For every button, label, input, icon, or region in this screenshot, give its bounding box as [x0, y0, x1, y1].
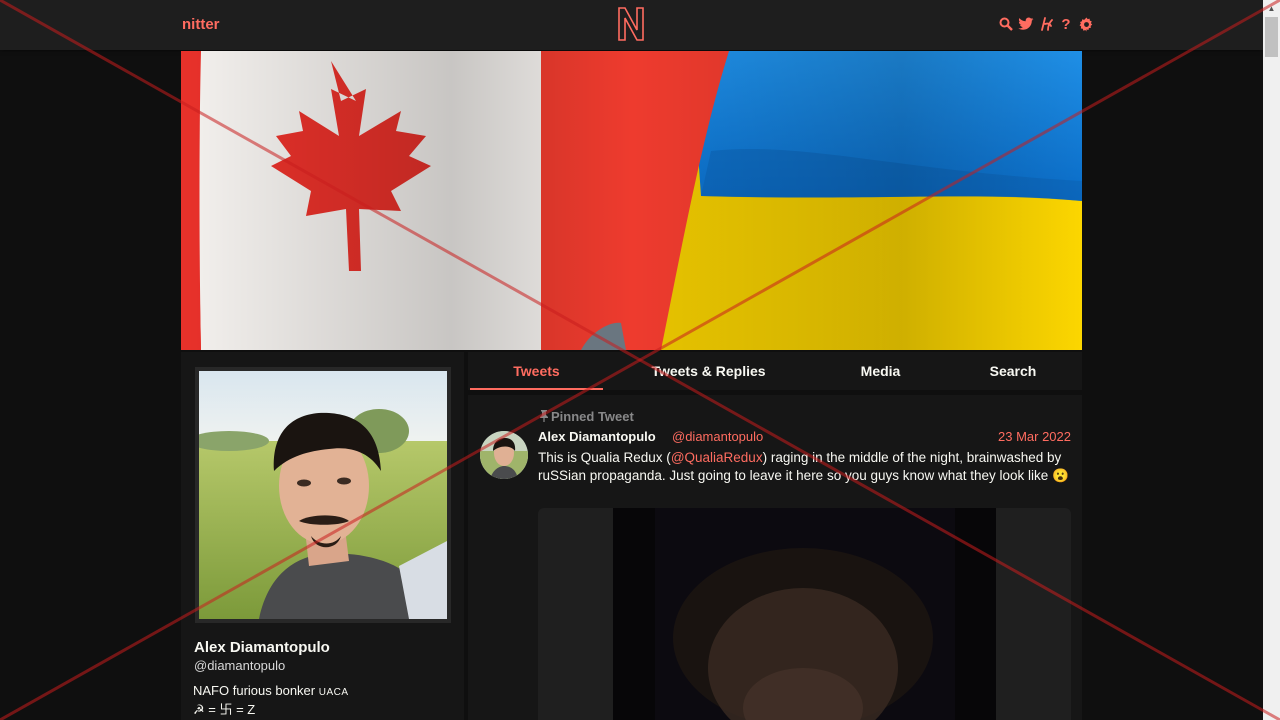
tweet-text: This is Qualia Redux (@QualiaRedux) ragi…	[538, 449, 1073, 485]
scroll-up-arrow-icon[interactable]: ▲	[1263, 0, 1280, 17]
pinned-tweet[interactable]: Pinned Tweet Alex Diamantopulo @diamanto…	[468, 395, 1082, 720]
gear-icon[interactable]	[1078, 15, 1094, 33]
tab-search[interactable]: Search	[973, 352, 1053, 388]
tweet-video-thumbnail[interactable]	[613, 508, 996, 720]
timeline-tabs: Tweets Tweets & Replies Media Search	[468, 352, 1082, 390]
tab-tweets[interactable]: Tweets	[470, 352, 603, 390]
scroll-thumb[interactable]	[1265, 17, 1278, 57]
profile-username[interactable]: @diamantopulo	[194, 658, 285, 673]
page-scrollbar[interactable]: ▲	[1263, 0, 1280, 720]
tab-tweets-replies[interactable]: Tweets & Replies	[636, 352, 781, 388]
pinned-label: Pinned Tweet	[539, 409, 634, 424]
top-navigation: nitter ?	[0, 0, 1263, 50]
profile-card: Alex Diamantopulo @diamantopulo NAFO fur…	[181, 352, 464, 720]
emoji-surprised: 😮	[1052, 468, 1069, 483]
help-icon[interactable]: ?	[1058, 15, 1074, 33]
tweet-avatar[interactable]	[480, 431, 528, 479]
tab-media[interactable]: Media	[838, 352, 923, 388]
rss-icon[interactable]	[1038, 15, 1054, 33]
tweet-author-handle[interactable]: @diamantopulo	[672, 429, 763, 444]
tweet-media[interactable]	[538, 508, 1071, 720]
search-icon[interactable]	[998, 15, 1014, 33]
nitter-home-link[interactable]: nitter	[182, 16, 220, 33]
tweet-date[interactable]: 23 Mar 2022	[998, 429, 1071, 444]
profile-banner-image[interactable]	[181, 51, 1082, 350]
bio-badge: UACA	[318, 687, 349, 698]
bio-line-2: ☭ = 卐 = Z	[193, 702, 256, 717]
mention-link[interactable]: @QualiaRedux	[671, 450, 763, 465]
pinned-text: Pinned Tweet	[551, 409, 634, 424]
tweet-text-part-1: This is Qualia Redux (	[538, 450, 671, 465]
twitter-bird-icon[interactable]	[1018, 15, 1034, 33]
nitter-logo-icon[interactable]	[617, 6, 645, 47]
profile-fullname[interactable]: Alex Diamantopulo	[194, 639, 330, 656]
pin-icon	[540, 410, 548, 422]
nav-icon-group: ?	[998, 15, 1094, 33]
profile-bio: NAFO furious bonker UACA ☭ = 卐 = Z	[193, 682, 349, 718]
bio-text: NAFO furious bonker	[193, 683, 316, 698]
tweet-author-name[interactable]: Alex Diamantopulo	[538, 429, 656, 444]
profile-avatar[interactable]	[195, 367, 451, 623]
